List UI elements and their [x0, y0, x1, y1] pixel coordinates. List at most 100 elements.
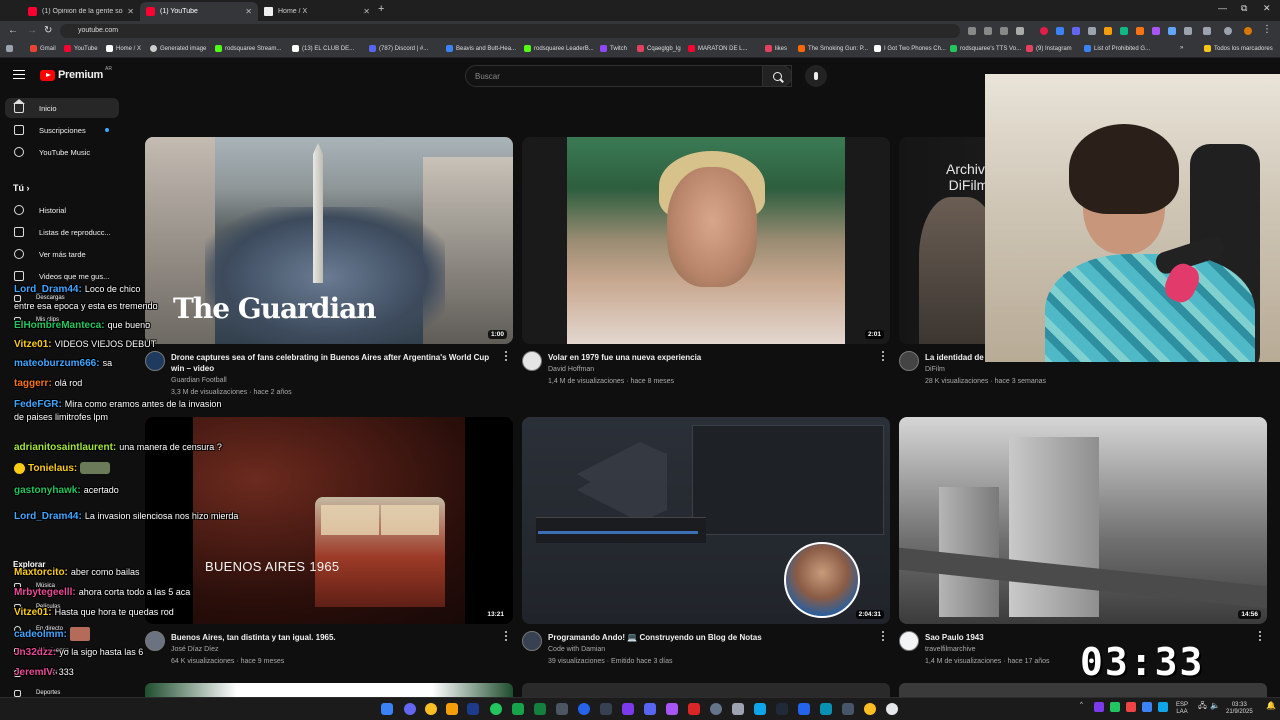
reload-button[interactable]: ↻: [44, 25, 52, 36]
voice-search-button[interactable]: [805, 65, 827, 87]
app-icon[interactable]: [798, 703, 810, 715]
channel-avatar[interactable]: [899, 351, 919, 371]
bookmark-youtube[interactable]: YouTube: [64, 45, 98, 52]
bookmark-prohibited[interactable]: List of Prohibited G...: [1084, 45, 1150, 52]
video-channel[interactable]: Code with Damian: [548, 646, 605, 653]
all-bookmarks[interactable]: Todos los marcadores: [1204, 45, 1273, 52]
extension-icon[interactable]: [1056, 27, 1064, 35]
app-icon[interactable]: [820, 703, 832, 715]
bookmark-likes[interactable]: likes: [765, 45, 787, 52]
video-card[interactable]: 2:01 Volar en 1979 fue una nueva experie…: [522, 137, 890, 397]
video-card[interactable]: 2:04:31 Programando Ando! 💻 Construyendo…: [522, 417, 890, 677]
back-button[interactable]: ←: [8, 25, 18, 36]
bookmark-instagram-post[interactable]: Cqaeglgb_lg: [637, 45, 681, 52]
tray-app-icon[interactable]: [1142, 702, 1152, 712]
copilot-icon[interactable]: [404, 703, 416, 715]
app-icon[interactable]: [776, 703, 788, 715]
obs-icon[interactable]: [600, 703, 612, 715]
video-title[interactable]: Volar en 1979 fue una nueva experiencia: [548, 352, 878, 363]
file-explorer-icon[interactable]: [446, 703, 458, 715]
minecraft-icon[interactable]: [534, 703, 546, 715]
forward-button[interactable]: →: [27, 25, 37, 36]
sidebar-item-inicio[interactable]: Inicio: [5, 98, 119, 118]
discord-icon[interactable]: [644, 703, 656, 715]
bookmark-twitch[interactable]: Twitch: [600, 45, 627, 52]
bookmark-tts[interactable]: rodsquaree's TTS Vo...: [950, 45, 1021, 52]
bookmark-leaderboard[interactable]: rodsquaree LeaderB...: [524, 45, 594, 52]
network-icon[interactable]: 🖧: [1198, 702, 1207, 710]
new-tab-button[interactable]: +: [378, 3, 384, 15]
app-icon[interactable]: [886, 703, 898, 715]
extension-icon[interactable]: [1136, 27, 1144, 35]
sidebar-item-listas[interactable]: Listas de reproducc...: [5, 222, 119, 242]
youtube-premium-logo[interactable]: Premium AR: [40, 66, 112, 81]
channel-avatar[interactable]: [522, 631, 542, 651]
app-icon[interactable]: [732, 703, 744, 715]
sidebar-item-historial[interactable]: Historial: [5, 200, 119, 220]
maximize-button[interactable]: ⧉: [1241, 3, 1247, 14]
close-window-button[interactable]: ✕: [1263, 3, 1271, 14]
channel-avatar[interactable]: [899, 631, 919, 651]
input-language[interactable]: ESP LAA: [1176, 702, 1188, 716]
app-icon[interactable]: [754, 703, 766, 715]
search-input[interactable]: Buscar: [465, 65, 792, 87]
sidebar-item-suscripciones[interactable]: Suscripciones: [5, 120, 119, 140]
browser-menu-icon[interactable]: ⋮: [1262, 24, 1272, 35]
app-icon[interactable]: [688, 703, 700, 715]
bookmark-discord[interactable]: (787) Discord | #...: [369, 45, 428, 52]
extensions-puzzle-icon[interactable]: [1203, 27, 1211, 35]
close-tab-icon[interactable]: ✕: [245, 7, 252, 16]
video-thumbnail[interactable]: 2:04:31: [522, 417, 890, 624]
extension-record-icon[interactable]: [1040, 27, 1048, 35]
bookmark-maraton[interactable]: MARATON DE L...: [688, 45, 747, 52]
sidebar-item-youtube-music[interactable]: YouTube Music: [5, 142, 119, 162]
minimize-button[interactable]: —: [1218, 3, 1227, 13]
bookmark-gmail[interactable]: Gmail: [30, 45, 56, 52]
video-thumbnail[interactable]: [899, 683, 1267, 697]
windows-start-icon[interactable]: [381, 703, 393, 715]
video-thumbnail[interactable]: 14:56: [899, 417, 1267, 624]
extension-icon[interactable]: [1072, 27, 1080, 35]
tray-chevron-icon[interactable]: ^: [1080, 702, 1083, 709]
extension-icon[interactable]: [1184, 27, 1192, 35]
tab-home-x[interactable]: Home / X ✕: [258, 2, 376, 21]
sidebar-you-header[interactable]: Tú ›: [13, 183, 30, 193]
more-options-icon[interactable]: [505, 351, 507, 361]
search-button[interactable]: [762, 65, 792, 87]
tab-opinion[interactable]: (1) Opinion de la gente sobre e ✕: [22, 2, 140, 21]
chrome-icon[interactable]: [425, 703, 437, 715]
downloads-icon[interactable]: [1224, 27, 1232, 35]
media-player-icon[interactable]: [578, 703, 590, 715]
close-tab-icon[interactable]: ✕: [127, 7, 134, 16]
tab-youtube[interactable]: (1) YouTube ✕: [140, 2, 258, 21]
bookmark-two-phones[interactable]: I Got Two Phones Ch...: [874, 45, 946, 52]
system-clock[interactable]: 03:33 21/9/2025: [1226, 702, 1253, 716]
xbox-icon[interactable]: [490, 703, 502, 715]
excel-icon[interactable]: [512, 703, 524, 715]
video-channel[interactable]: DiFilm: [925, 366, 945, 373]
bookmark-home-x[interactable]: Home / X: [106, 45, 141, 52]
steam-icon[interactable]: [467, 703, 479, 715]
volume-icon[interactable]: 🔈: [1210, 702, 1220, 710]
tray-app-icon[interactable]: [1110, 702, 1120, 712]
bookmarks-overflow-icon[interactable]: »: [1180, 45, 1183, 51]
twitch-icon[interactable]: [666, 703, 678, 715]
hamburger-menu-icon[interactable]: [13, 70, 25, 79]
star-icon[interactable]: [1016, 27, 1024, 35]
visual-studio-icon[interactable]: [622, 703, 634, 715]
bookmark-kick[interactable]: rodsquaree Stream...: [215, 45, 281, 52]
bookmark-instagram[interactable]: (9) Instagram: [1026, 45, 1072, 52]
video-thumbnail[interactable]: 2:01: [522, 137, 890, 344]
video-channel[interactable]: David Hoffman: [548, 366, 594, 373]
profile-avatar[interactable]: [1244, 27, 1252, 35]
zoom-icon[interactable]: [984, 27, 992, 35]
more-options-icon[interactable]: [1259, 631, 1261, 641]
extension-icon[interactable]: [1168, 27, 1176, 35]
extension-icon[interactable]: [1104, 27, 1112, 35]
apps-grid-icon[interactable]: [6, 45, 16, 52]
app-icon[interactable]: [842, 703, 854, 715]
channel-avatar[interactable]: [522, 351, 542, 371]
bookmark-smoking-gun[interactable]: The Smoking Gun: P...: [798, 45, 868, 52]
tray-app-icon[interactable]: [1126, 702, 1136, 712]
video-card[interactable]: 14:56 Sao Paulo 1943 travelfilmarchive 1…: [899, 417, 1267, 677]
